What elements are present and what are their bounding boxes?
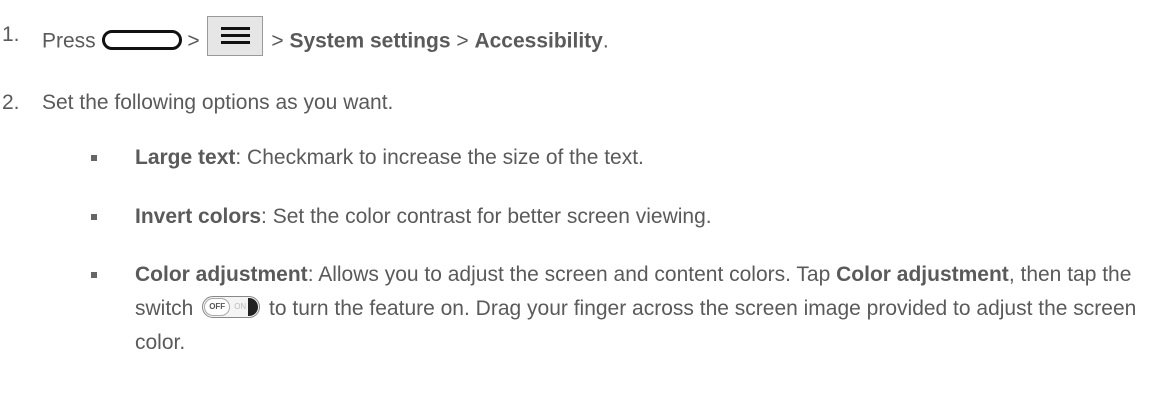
separator: > — [271, 29, 284, 53]
option-description: to turn the feature on. Drag your finger… — [135, 297, 1137, 354]
step-2: 2. Set the following options as you want… — [0, 90, 393, 116]
option-title: Invert colors — [135, 205, 262, 228]
option-title: Large text — [135, 146, 236, 169]
accessibility-label: Accessibility — [474, 29, 603, 53]
bullet-icon — [91, 272, 97, 278]
option-large-text: Large text: Checkmark to increase the si… — [135, 145, 644, 171]
period: . — [602, 29, 609, 53]
switch-edge — [248, 298, 259, 317]
menu-key-icon — [207, 16, 264, 56]
color-adjustment-label: Color adjustment — [836, 263, 1009, 286]
step-body: Press > > System settings > Accessibilit… — [42, 16, 609, 62]
option-description: : Set the color contrast for better scre… — [261, 205, 712, 228]
step-number: 1. — [2, 23, 20, 46]
option-title: Color adjustment — [135, 263, 308, 286]
switch-off-label: OFF — [204, 298, 231, 317]
home-key-icon — [101, 30, 182, 50]
bullet-icon — [91, 155, 97, 161]
step-body: Set the following options as you want. — [42, 91, 394, 114]
bullet-icon — [91, 214, 97, 220]
toggle-switch-icon: OFF ON — [202, 296, 261, 319]
step-1: 1. Press > > System settings > Accessibi… — [0, 16, 609, 56]
option-invert-colors: Invert colors: Set the color contrast fo… — [135, 204, 712, 230]
step-number: 2. — [2, 91, 20, 114]
option-description: : Checkmark to increase the size of the … — [235, 146, 644, 169]
switch-on-label: ON — [234, 302, 247, 312]
separator: > — [456, 29, 469, 53]
press-text: Press — [42, 29, 96, 53]
separator: > — [187, 29, 200, 53]
option-color-adjustment: Color adjustment: Allows you to adjust t… — [135, 258, 1171, 360]
option-description: : Allows you to adjust the screen and co… — [307, 263, 837, 286]
system-settings-label: System settings — [289, 29, 451, 53]
